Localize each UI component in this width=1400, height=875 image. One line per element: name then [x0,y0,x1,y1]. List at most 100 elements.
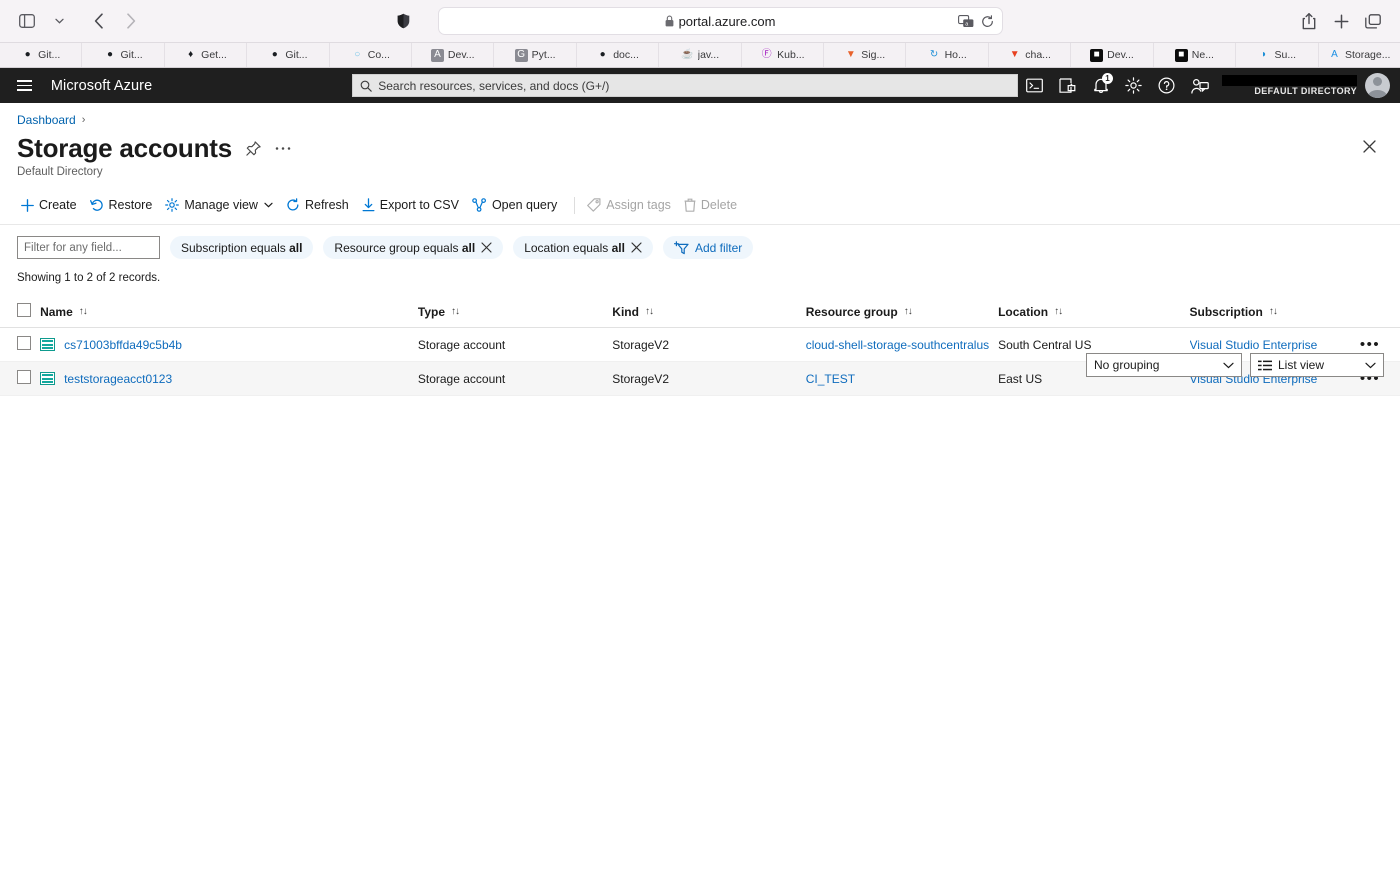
filter-pill-location[interactable]: Location equals all [513,236,653,259]
bookmark-item[interactable]: ● Git... [247,43,330,67]
storage-account-icon [40,372,56,385]
open-query-label: Open query [491,198,558,212]
bookmark-item[interactable]: A Dev... [412,43,495,67]
account-menu[interactable]: DEFAULT DIRECTORY [1216,68,1400,103]
column-header-location[interactable]: Location ↑↓ [998,298,1190,328]
azure-top-navigation: Microsoft Azure Search resources, servic… [0,68,1400,103]
column-header-type[interactable]: Type ↑↓ [417,298,613,328]
cell-kind-value: StorageV2 [612,371,669,386]
bookmark-item[interactable]: Ⓕ Kub... [742,43,825,67]
bookmark-item[interactable]: ■ Ne... [1154,43,1237,67]
new-tab-icon[interactable] [1326,8,1356,34]
refresh-button[interactable]: Refresh [282,195,358,215]
grouping-select[interactable]: No grouping [1086,353,1242,377]
column-header-subscription[interactable]: Subscription ↑↓ [1189,298,1350,328]
hamburger-menu-icon[interactable] [10,71,40,101]
pin-icon[interactable] [246,141,261,156]
cell-name: cs71003bffda49c5b4b [40,327,418,362]
breadcrumb-item-dashboard[interactable]: Dashboard [17,113,76,127]
view-controls: No grouping List view [1086,353,1384,377]
supabase-icon: ◗ [1260,49,1267,60]
bookmark-item[interactable]: ■ Dev... [1071,43,1154,67]
directories-subscriptions-icon[interactable] [1051,68,1084,103]
back-chevron-icon[interactable] [84,8,114,34]
command-bar-divider [574,196,576,214]
cell-subscription-link[interactable]: Visual Studio Enterprise [1190,338,1318,352]
sidebar-toggle-icon[interactable] [12,8,42,34]
bookmark-item[interactable]: ↻ Ho... [906,43,989,67]
column-header-resource-group[interactable]: Resource group ↑↓ [805,298,999,328]
bookmark-item[interactable]: A Storage... [1319,43,1400,67]
notifications-bell-icon[interactable]: 1 [1084,68,1117,103]
create-button[interactable]: Create [17,195,86,215]
grouping-select-value: No grouping [1094,358,1160,372]
bookmark-item[interactable]: ▼ Sig... [824,43,907,67]
bookmark-item[interactable]: ● doc... [577,43,660,67]
more-ellipsis-icon[interactable] [275,146,291,151]
global-search-placeholder: Search resources, services, and docs (G+… [378,78,610,93]
address-bar[interactable]: portal.azure.com a [437,7,1003,35]
row-checkbox[interactable] [17,336,31,350]
cell-type-value: Storage account [417,371,506,386]
storage-account-link[interactable]: cs71003bffda49c5b4b [64,338,182,352]
assign-tags-button: Assign tags [583,195,680,215]
restore-button[interactable]: Restore [86,195,162,215]
filter-input[interactable] [17,236,160,259]
bookmark-item[interactable]: ○ Co... [330,43,413,67]
bookmark-item[interactable]: ▼ cha... [989,43,1072,67]
storage-account-link[interactable]: teststorageacct0123 [64,372,172,386]
view-select[interactable]: List view [1250,353,1384,377]
translate-icon[interactable]: a [957,14,974,28]
bookmark-item[interactable]: ◗ Su... [1236,43,1319,67]
avatar[interactable] [1365,73,1390,98]
column-header-kind[interactable]: Kind ↑↓ [612,298,806,328]
bookmark-item[interactable]: G Pyt... [494,43,577,67]
trash-icon [684,198,696,212]
bookmark-item[interactable]: ☕ jav... [659,43,742,67]
column-header-kind-label: Kind [612,304,639,319]
manage-view-button[interactable]: Manage view [161,195,282,215]
remove-filter-resource-group-icon[interactable] [481,242,492,253]
gear-icon [165,198,180,212]
bookmark-item[interactable]: ● Git... [0,43,83,67]
bookmark-item[interactable]: ♦ Get... [165,43,248,67]
share-icon[interactable] [1294,8,1324,34]
azure-brand-title[interactable]: Microsoft Azure [51,78,152,94]
feedback-icon[interactable] [1183,68,1216,103]
select-all-header [0,298,41,328]
account-directory-label: DEFAULT DIRECTORY [1254,85,1357,96]
account-text: DEFAULT DIRECTORY [1222,74,1357,96]
open-query-button[interactable]: Open query [468,195,566,215]
tab-overview-icon[interactable] [1358,8,1388,34]
privacy-shield-icon[interactable] [388,8,418,34]
select-all-checkbox[interactable] [17,303,31,317]
help-question-icon[interactable] [1150,68,1183,103]
global-search-input[interactable]: Search resources, services, and docs (G+… [352,74,1018,97]
row-more-menu-icon[interactable]: ••• [1350,336,1380,353]
chevron-down-icon [1365,362,1376,369]
restore-label: Restore [108,198,153,212]
add-filter-button[interactable]: Add filter [662,236,754,259]
export-to-csv-button[interactable]: Export to CSV [358,195,468,215]
filter-pill-location-text: Location equals all [524,240,625,255]
filter-pill-resource-group[interactable]: Resource group equals all [323,236,504,259]
column-header-name[interactable]: Name ↑↓ [40,298,418,328]
bookmark-item[interactable]: ● Git... [82,43,165,67]
row-checkbox[interactable] [17,370,31,384]
forward-chevron-icon[interactable] [116,8,146,34]
reload-icon[interactable] [981,14,994,28]
create-label: Create [39,198,77,212]
sidebar-dropdown-chevron-icon[interactable] [44,8,74,34]
cloud-shell-icon[interactable] [1018,68,1051,103]
breadcrumb-chevron-icon: › [81,114,86,126]
settings-gear-icon[interactable] [1117,68,1150,103]
devto-icon: ■ [1090,48,1104,62]
bookmark-label: Sig... [861,49,886,61]
filter-pill-subscription[interactable]: Subscription equals all [170,236,314,259]
close-icon[interactable] [1358,135,1380,157]
column-header-type-label: Type [417,304,445,319]
cell-resource-group-link[interactable]: CI_TEST [806,372,855,386]
cell-resource-group-link[interactable]: cloud-shell-storage-southcentralus [806,338,989,352]
add-filter-label: Add filter [694,240,743,255]
remove-filter-location-icon[interactable] [631,242,642,253]
